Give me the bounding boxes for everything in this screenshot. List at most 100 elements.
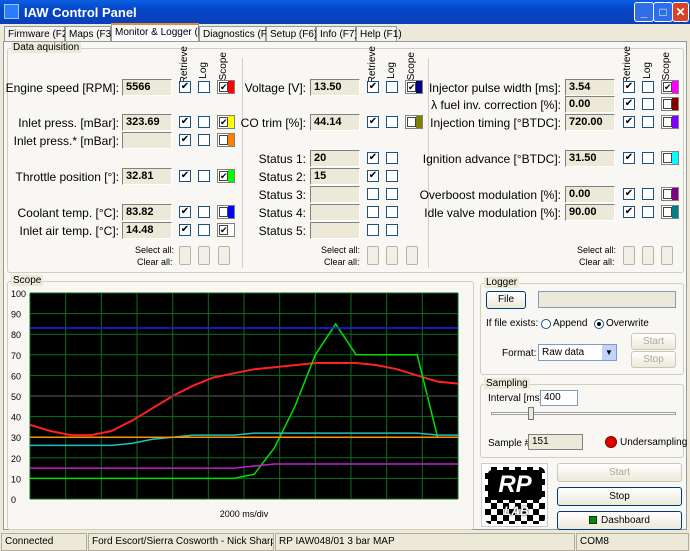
log-checkbox[interactable] bbox=[198, 206, 210, 218]
log-checkbox[interactable] bbox=[642, 206, 654, 218]
scope-color-toggle[interactable] bbox=[661, 115, 679, 129]
scope-color-toggle[interactable] bbox=[661, 205, 679, 219]
scope-checkbox[interactable] bbox=[219, 207, 228, 217]
scope-color-toggle[interactable] bbox=[661, 151, 679, 165]
select-all-retrieve-button[interactable] bbox=[367, 246, 379, 265]
retrieve-checkbox[interactable]: ✔ bbox=[179, 206, 191, 218]
log-checkbox[interactable] bbox=[642, 188, 654, 200]
log-checkbox[interactable] bbox=[198, 81, 210, 93]
retrieve-checkbox[interactable]: ✔ bbox=[367, 116, 379, 128]
select-all-log-button[interactable] bbox=[642, 246, 654, 265]
log-checkbox[interactable] bbox=[386, 206, 398, 218]
log-checkbox[interactable] bbox=[198, 224, 210, 236]
scope-color-toggle[interactable]: ✔ bbox=[217, 115, 235, 129]
scope-checkbox[interactable]: ✔ bbox=[663, 82, 672, 92]
retrieve-checkbox[interactable]: ✔ bbox=[179, 116, 191, 128]
log-checkbox[interactable] bbox=[642, 152, 654, 164]
retrieve-checkbox[interactable]: ✔ bbox=[623, 116, 635, 128]
log-checkbox[interactable] bbox=[198, 170, 210, 182]
scope-checkbox[interactable] bbox=[663, 153, 672, 163]
scope-checkbox[interactable] bbox=[663, 207, 672, 217]
retrieve-checkbox[interactable]: ✔ bbox=[179, 224, 191, 236]
select-all-retrieve-button[interactable] bbox=[623, 246, 635, 265]
scope-checkbox[interactable]: ✔ bbox=[219, 171, 228, 181]
retrieve-checkbox[interactable] bbox=[367, 224, 379, 236]
retrieve-checkbox[interactable]: ✔ bbox=[367, 170, 379, 182]
retrieve-checkbox[interactable]: ✔ bbox=[623, 188, 635, 200]
retrieve-checkbox[interactable] bbox=[367, 188, 379, 200]
log-checkbox[interactable] bbox=[642, 116, 654, 128]
log-checkbox[interactable] bbox=[386, 81, 398, 93]
log-checkbox[interactable] bbox=[198, 134, 210, 146]
scope-color-toggle[interactable]: ✔ bbox=[405, 80, 423, 94]
start-button[interactable]: Start bbox=[557, 463, 682, 482]
format-select[interactable]: Raw data ▼ bbox=[538, 344, 617, 361]
select-all-scope-button[interactable] bbox=[218, 246, 230, 265]
tab-info[interactable]: Info (F7) bbox=[316, 26, 358, 42]
scope-color-toggle[interactable]: ✔ bbox=[217, 223, 235, 237]
retrieve-checkbox[interactable]: ✔ bbox=[367, 81, 379, 93]
stop-button[interactable]: Stop bbox=[557, 487, 682, 506]
interval-slider-track[interactable] bbox=[491, 412, 676, 415]
log-checkbox[interactable] bbox=[642, 98, 654, 110]
minimize-button[interactable]: _ bbox=[634, 2, 654, 22]
retrieve-checkbox[interactable]: ✔ bbox=[623, 206, 635, 218]
retrieve-checkbox[interactable] bbox=[367, 206, 379, 218]
log-checkbox[interactable] bbox=[642, 81, 654, 93]
scope-color-toggle[interactable]: ✔ bbox=[661, 80, 679, 94]
scope-color-toggle[interactable] bbox=[217, 133, 235, 147]
log-checkbox[interactable] bbox=[386, 152, 398, 164]
select-all-scope-button[interactable] bbox=[406, 246, 418, 265]
scope-checkbox[interactable]: ✔ bbox=[219, 225, 228, 235]
overwrite-radio[interactable] bbox=[594, 319, 604, 329]
select-all-retrieve-button[interactable] bbox=[179, 246, 191, 265]
tab-maps[interactable]: Maps (F3) bbox=[65, 26, 115, 42]
scope-checkbox[interactable] bbox=[663, 99, 672, 109]
scope-color-toggle[interactable] bbox=[661, 97, 679, 111]
logger-stop-button[interactable]: Stop bbox=[631, 351, 676, 368]
file-path-field[interactable] bbox=[538, 291, 676, 308]
retrieve-checkbox[interactable]: ✔ bbox=[179, 81, 191, 93]
select-all-log-button[interactable] bbox=[386, 246, 398, 265]
retrieve-checkbox[interactable]: ✔ bbox=[179, 134, 191, 146]
scope-checkbox[interactable] bbox=[407, 117, 416, 127]
tab-setup[interactable]: Setup (F6) bbox=[266, 26, 317, 42]
scope-checkbox[interactable]: ✔ bbox=[219, 82, 228, 92]
tab-diagnostics[interactable]: Diagnostics (F5) bbox=[199, 26, 276, 42]
interval-input[interactable]: 400 bbox=[540, 390, 578, 406]
tab-help[interactable]: Help (F1) bbox=[356, 26, 402, 42]
select-all-log-button[interactable] bbox=[198, 246, 210, 265]
log-checkbox[interactable] bbox=[386, 170, 398, 182]
log-checkbox[interactable] bbox=[386, 116, 398, 128]
scope-checkbox[interactable]: ✔ bbox=[219, 117, 228, 127]
scope-color-toggle[interactable]: ✔ bbox=[217, 80, 235, 94]
scope-checkbox[interactable] bbox=[219, 135, 228, 145]
select-all-scope-button[interactable] bbox=[661, 246, 673, 265]
retrieve-checkbox[interactable]: ✔ bbox=[623, 152, 635, 164]
retrieve-checkbox[interactable]: ✔ bbox=[623, 98, 635, 110]
append-radio[interactable] bbox=[541, 319, 551, 329]
scope-color-toggle[interactable] bbox=[661, 187, 679, 201]
scope-color-toggle[interactable]: ✔ bbox=[217, 169, 235, 183]
interval-slider-thumb[interactable] bbox=[528, 407, 534, 420]
retrieve-checkbox[interactable]: ✔ bbox=[367, 152, 379, 164]
log-checkbox[interactable] bbox=[386, 188, 398, 200]
close-button[interactable]: ✕ bbox=[672, 2, 689, 22]
log-checkbox[interactable] bbox=[386, 224, 398, 236]
log-checkbox[interactable] bbox=[198, 116, 210, 128]
file-button[interactable]: File bbox=[486, 291, 526, 309]
retrieve-checkbox[interactable]: ✔ bbox=[623, 81, 635, 93]
scope-checkbox[interactable]: ✔ bbox=[407, 82, 416, 92]
retrieve-checkbox[interactable]: ✔ bbox=[179, 170, 191, 182]
tab-monitor-logger[interactable]: Monitor & Logger (F4) bbox=[111, 23, 213, 42]
undersampling-indicator bbox=[605, 436, 617, 448]
scope-checkbox[interactable] bbox=[663, 117, 672, 127]
tab-firmware[interactable]: Firmware (F2) bbox=[4, 26, 71, 42]
scope-checkbox[interactable] bbox=[663, 189, 672, 199]
maximize-button[interactable]: □ bbox=[653, 2, 673, 22]
logger-start-button[interactable]: Start bbox=[631, 333, 676, 350]
sample-number-label: Sample #: bbox=[488, 438, 534, 449]
scope-color-toggle[interactable] bbox=[217, 205, 235, 219]
dashboard-button[interactable]: Dashboard bbox=[557, 511, 682, 530]
scope-color-toggle[interactable] bbox=[405, 115, 423, 129]
